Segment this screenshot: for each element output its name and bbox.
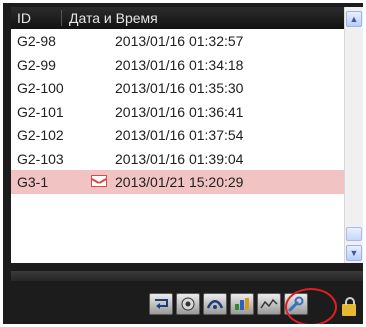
table-row[interactable]: G2-101 2013/01/16 01:36:41 — [11, 100, 344, 124]
chevron-down-icon: ▼ — [349, 248, 359, 258]
row-id: G2-98 — [17, 33, 56, 49]
rec-icon — [181, 297, 195, 311]
row-datetime: 2013/01/16 01:37:54 — [115, 127, 244, 143]
row-id: G2-102 — [17, 127, 64, 143]
chart-icon — [235, 298, 249, 310]
lock-icon[interactable] — [342, 297, 356, 316]
statistics-button[interactable] — [230, 293, 254, 315]
highlight-circle — [285, 288, 337, 324]
column-header-datetime[interactable]: Дата и Время — [69, 10, 158, 26]
row-id: G3-1 — [17, 174, 49, 190]
graph-icon — [260, 298, 278, 309]
replay-button[interactable] — [149, 293, 173, 315]
graph-button[interactable] — [257, 293, 281, 315]
table-row[interactable]: G2-100 2013/01/16 01:35:30 — [11, 76, 344, 100]
record-list: ID Дата и Время G2-98 2013/01/16 01:32:5… — [11, 7, 363, 263]
scroll-down-button[interactable]: ▼ — [346, 245, 362, 261]
column-header-id[interactable]: ID — [17, 10, 31, 26]
table-header: ID Дата и Время — [11, 7, 344, 29]
connect-icon — [206, 300, 224, 309]
chevron-up-icon: ▲ — [349, 14, 359, 24]
mail-icon — [91, 175, 107, 187]
table-row[interactable]: G2-98 2013/01/16 01:32:57 — [11, 29, 344, 53]
scroll-thumb[interactable] — [346, 227, 362, 241]
row-datetime: 2013/01/21 15:20:29 — [115, 174, 244, 190]
table-row-selected[interactable]: G3-1 2013/01/21 15:20:29 — [11, 170, 344, 194]
table-body: G2-98 2013/01/16 01:32:57 G2-99 2013/01/… — [11, 29, 344, 194]
row-datetime: 2013/01/16 01:34:18 — [115, 56, 244, 73]
connect-button[interactable] — [203, 293, 227, 315]
row-datetime: 2013/01/16 01:35:30 — [115, 80, 244, 96]
row-id: G2-99 — [17, 56, 56, 73]
scroll-up-button[interactable]: ▲ — [346, 11, 362, 27]
table-row[interactable]: G2-103 2013/01/16 01:39:04 — [11, 147, 344, 171]
replay-icon — [155, 299, 168, 309]
toolbar-divider — [11, 271, 363, 281]
row-id: G2-101 — [17, 103, 64, 120]
vertical-scrollbar[interactable]: ▲ ▼ — [344, 7, 363, 263]
row-id: G2-103 — [17, 150, 64, 167]
row-datetime: 2013/01/16 01:36:41 — [115, 103, 244, 120]
row-id: G2-100 — [17, 80, 64, 96]
column-divider[interactable] — [61, 10, 62, 26]
row-datetime: 2013/01/16 01:32:57 — [115, 33, 244, 49]
app-window: ID Дата и Время G2-98 2013/01/16 01:32:5… — [3, 3, 363, 324]
record-button[interactable] — [176, 293, 200, 315]
table-row[interactable]: G2-99 2013/01/16 01:34:18 — [11, 53, 344, 77]
table-row[interactable]: G2-102 2013/01/16 01:37:54 — [11, 123, 344, 147]
row-datetime: 2013/01/16 01:39:04 — [115, 150, 244, 167]
